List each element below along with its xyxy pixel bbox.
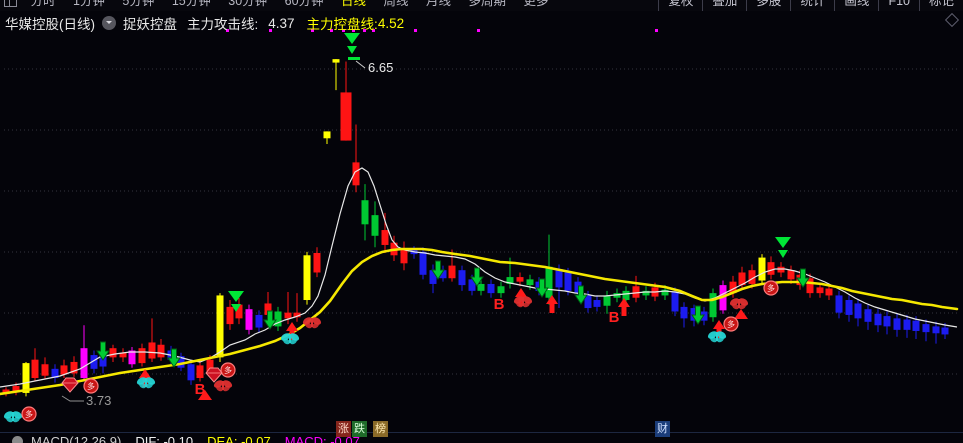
tab-monthly[interactable]: 月线 — [426, 0, 451, 8]
tab-1min[interactable]: 1分钟 — [73, 0, 105, 8]
control-line-label: 主力控盘线: — [306, 17, 378, 32]
grid-icon[interactable] — [4, 0, 17, 7]
badge-cai[interactable]: 财 — [655, 421, 670, 437]
control-line-value: 4.52 — [377, 15, 405, 31]
badge-bang[interactable]: 榜 — [373, 421, 388, 437]
svg-text:多: 多 — [767, 283, 775, 293]
svg-text:多: 多 — [727, 319, 735, 329]
svg-text:B: B — [609, 309, 620, 326]
macd-panel: MACD(12,26,9) DIF: -0.10 DEA: -0.07 MACD… — [8, 434, 360, 443]
svg-text:多: 多 — [87, 381, 95, 391]
macd-dif-value: DIF: -0.10 — [135, 434, 194, 443]
tab-multi-period[interactable]: 多周期 — [469, 0, 507, 8]
indicator-name: 捉妖控盘 — [123, 17, 177, 32]
svg-text:3.73: 3.73 — [86, 393, 111, 408]
tab-60min[interactable]: 60分钟 — [285, 0, 324, 8]
svg-text:B: B — [195, 381, 206, 398]
svg-text:B: B — [494, 296, 505, 313]
svg-text:6.65: 6.65 — [368, 60, 393, 75]
tab-more[interactable]: 更多 — [524, 0, 549, 8]
draw-line-button[interactable]: 画线 — [834, 0, 878, 11]
period-toolbar: 分时 1分钟 5分钟 15分钟 30分钟 60分钟 日线 周线 月线 多周期 更… — [0, 0, 963, 11]
tab-30min[interactable]: 30分钟 — [228, 0, 267, 8]
tab-fenshi[interactable]: 分时 — [30, 0, 55, 8]
tab-5min[interactable]: 5分钟 — [122, 0, 154, 8]
macd-macd-value: MACD: -0.07 — [284, 434, 360, 443]
panel-separator — [0, 432, 963, 433]
attack-line-label: 主力攻击线: — [187, 17, 259, 32]
overlay-button[interactable]: 叠加 — [702, 0, 746, 11]
svg-text:多: 多 — [224, 365, 232, 375]
tab-15min[interactable]: 15分钟 — [172, 0, 211, 8]
mark-button[interactable]: 标记 — [918, 0, 963, 11]
indicator-dot-icon[interactable] — [12, 436, 23, 443]
main-chart[interactable]: B B B 多多多多多 6.65 3.73 — [0, 0, 963, 443]
fuquan-button[interactable]: 复权 — [658, 0, 702, 11]
multi-stock-button[interactable]: 多股 — [746, 0, 790, 11]
attack-line-value: 4.37 — [268, 15, 295, 31]
tab-daily[interactable]: 日线 — [341, 0, 366, 8]
svg-text:多: 多 — [25, 409, 33, 419]
macd-formula: MACD(12,26,9) — [31, 434, 122, 443]
f10-button[interactable]: F10 — [878, 0, 919, 11]
stock-title: 华媒控股(日线) — [5, 17, 95, 32]
macd-dea-value: DEA: -0.07 — [207, 434, 271, 443]
stats-button[interactable]: 统计 — [790, 0, 834, 11]
tab-weekly[interactable]: 周线 — [384, 0, 409, 8]
app-window: B B B 多多多多多 6.65 3.73 分时 1分钟 5分钟 15分钟 30分钟 60… — [0, 0, 963, 443]
title-bar: 华媒控股(日线) 捉妖控盘 主力攻击线: 4.37 主力控盘线: 4.52 — [0, 12, 963, 34]
chevron-down-icon[interactable] — [102, 16, 116, 30]
